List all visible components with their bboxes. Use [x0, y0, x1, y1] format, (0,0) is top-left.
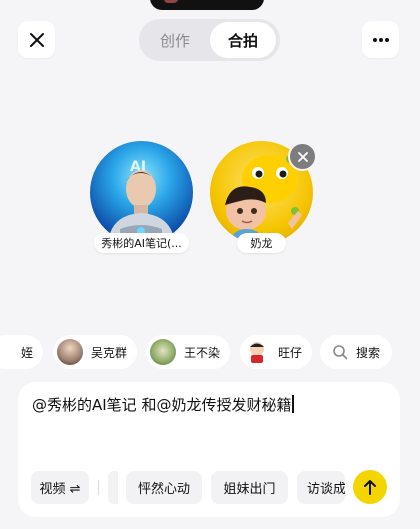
text-caret — [292, 395, 294, 413]
template-chip[interactable]: 怦然心动 — [126, 471, 202, 504]
suggestion-chip[interactable]: 姪 — [0, 335, 43, 369]
robot-avatar: AI — [90, 141, 193, 244]
template-label: 访谈成 — [307, 482, 345, 497]
more-button[interactable] — [362, 21, 399, 58]
template-label: 姐妹出门 — [223, 482, 276, 497]
suggestion-label: 吴克群 — [91, 345, 128, 360]
user-avatar — [57, 339, 83, 365]
tab-duet[interactable]: 合拍 — [210, 22, 276, 58]
prompt-input[interactable]: @秀彬的AI笔记 和@奶龙传授发财秘籍 — [32, 394, 294, 415]
close-button[interactable] — [18, 21, 55, 58]
search-icon — [333, 345, 348, 360]
suggestion-label: 王不染 — [184, 345, 221, 360]
template-chip[interactable]: 姐妹出门 — [211, 471, 288, 504]
suggestion-chip[interactable]: 王不染 — [146, 335, 230, 369]
suggestion-chip[interactable]: 旺仔 — [240, 335, 312, 369]
video-mode-button[interactable]: 视频 ⇌ — [31, 471, 89, 504]
user-avatar — [244, 339, 270, 365]
app-screen: 创作 合拍 AI 秀彬的AI笔记(... 奶龙 姪 吴克群 王不染 旺仔 搜索 … — [0, 0, 420, 529]
template-chip[interactable]: 访谈成 — [297, 471, 345, 504]
tab-create[interactable]: 创作 — [142, 22, 208, 58]
mode-switcher: 创作 合拍 — [139, 19, 280, 61]
hidden-template-chip[interactable] — [108, 471, 118, 504]
arrow-up-icon — [364, 480, 376, 495]
participant-1[interactable]: AI 秀彬的AI笔记(... — [90, 141, 193, 253]
close-icon — [297, 151, 308, 162]
prompt-text: @秀彬的AI笔记 和@奶龙传授发财秘籍 — [32, 396, 292, 414]
participant-name: 秀彬的AI笔记(... — [94, 233, 189, 253]
suggestion-row: 姪 吴克群 王不染 旺仔 搜索 — [0, 335, 420, 371]
suggestion-label: 姪 — [20, 345, 33, 360]
divider — [98, 480, 99, 495]
camera-notch — [150, 0, 264, 10]
search-label: 搜索 — [356, 345, 381, 360]
composer-card: @秀彬的AI笔记 和@奶龙传授发财秘籍 视频 ⇌ 怦然心动 姐妹出门 访谈成 — [18, 382, 400, 517]
close-icon — [29, 32, 44, 47]
more-horizontal-icon — [372, 37, 389, 42]
search-chip[interactable]: 搜索 — [320, 335, 392, 369]
send-button[interactable] — [353, 470, 387, 504]
video-mode-label: 视频 ⇌ — [39, 482, 81, 497]
remove-participant-button[interactable] — [288, 142, 317, 171]
suggestion-chip[interactable]: 吴克群 — [53, 335, 137, 369]
participant-name: 奶龙 — [237, 233, 286, 253]
user-avatar — [150, 339, 176, 365]
suggestion-label: 旺仔 — [278, 345, 303, 360]
template-label: 怦然心动 — [137, 482, 190, 497]
notch-indicator — [164, 0, 178, 3]
